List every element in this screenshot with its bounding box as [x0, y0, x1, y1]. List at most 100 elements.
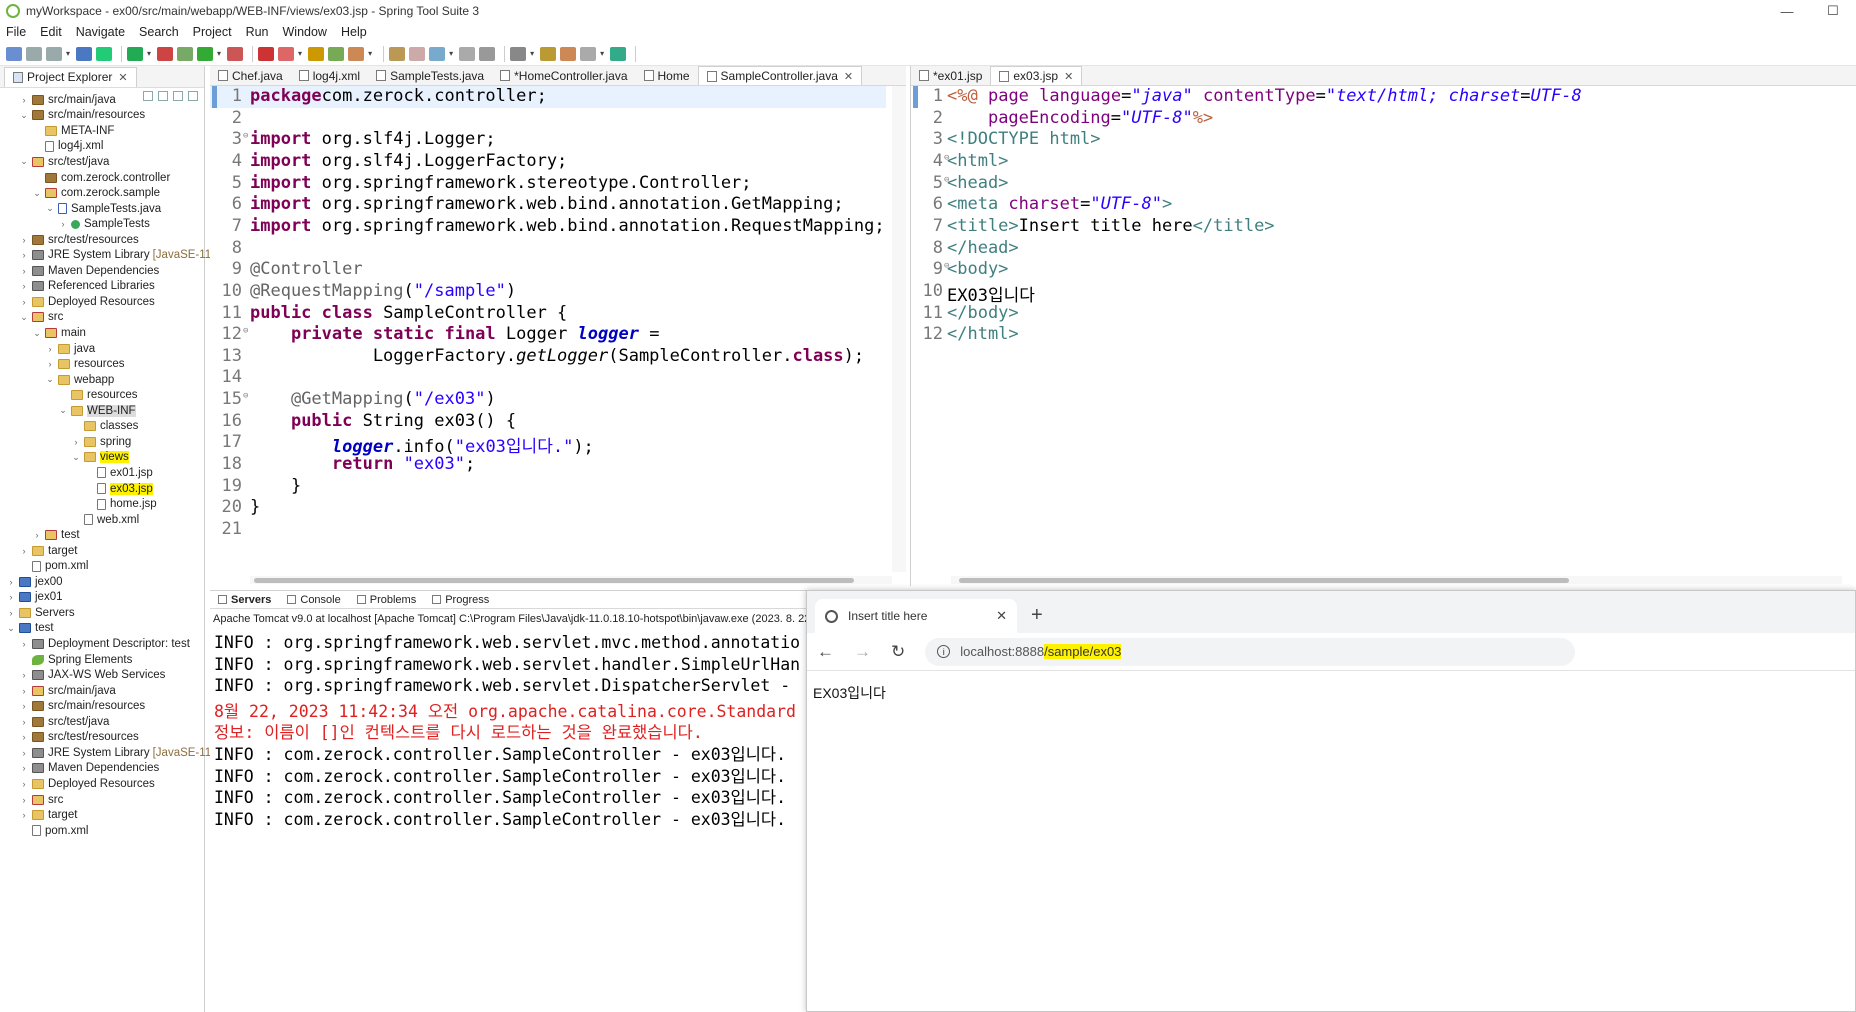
expand-toggle-icon[interactable]: ›	[19, 795, 29, 805]
new-tab-button[interactable]: +	[1031, 604, 1043, 627]
expand-toggle-icon[interactable]: ⌄	[19, 156, 29, 167]
expand-toggle-icon[interactable]: ›	[6, 592, 16, 602]
tree-item[interactable]: ⌄ src/main/resources	[19, 108, 145, 124]
horizontal-scrollbar[interactable]	[250, 576, 892, 584]
expand-toggle-icon[interactable]: ›	[19, 732, 29, 742]
chevron-down-icon[interactable]: ▾	[147, 49, 151, 58]
expand-toggle-icon[interactable]: ›	[19, 266, 29, 276]
tree-item[interactable]: › src/test/resources	[19, 232, 139, 248]
tree-item[interactable]: com.zerock.controller	[32, 170, 170, 186]
expand-toggle-icon[interactable]: ›	[19, 810, 29, 820]
link-editor-icon[interactable]	[158, 91, 168, 101]
editor-tab[interactable]: Home	[636, 66, 698, 85]
toolbar-icon[interactable]	[348, 46, 365, 61]
toolbar-icon[interactable]	[76, 46, 93, 61]
toolbar-icon[interactable]	[580, 46, 597, 61]
collapse-all-icon[interactable]	[143, 91, 153, 101]
expand-toggle-icon[interactable]: ›	[19, 748, 29, 758]
tree-item[interactable]: ⌄ main	[32, 325, 86, 341]
tree-item[interactable]: ex03.jsp	[84, 481, 153, 497]
expand-toggle-icon[interactable]: ⌄	[32, 188, 42, 199]
tree-item[interactable]: web.xml	[71, 512, 139, 528]
vertical-scrollbar[interactable]	[892, 86, 906, 572]
menu-project[interactable]: Project	[193, 25, 232, 39]
fold-icon[interactable]: ⊖	[243, 326, 248, 336]
expand-toggle-icon[interactable]: ›	[19, 250, 29, 260]
console-tab-progress[interactable]: Progress	[424, 591, 497, 608]
expand-toggle-icon[interactable]: ›	[19, 670, 29, 680]
expand-toggle-icon[interactable]: ⌄	[45, 203, 55, 214]
tree-item[interactable]: › Servers	[6, 605, 75, 621]
toolbar-icon[interactable]	[96, 46, 113, 61]
chevron-down-icon[interactable]: ▾	[530, 49, 534, 58]
expand-toggle-icon[interactable]: ›	[19, 235, 29, 245]
editor-tab[interactable]: log4j.xml	[291, 66, 368, 85]
tree-item[interactable]: ⌄ SampleTests.java	[45, 201, 161, 217]
expand-toggle-icon[interactable]: ›	[6, 577, 16, 587]
menu-edit[interactable]: Edit	[40, 25, 62, 39]
close-icon[interactable]: ✕	[1064, 70, 1073, 83]
close-tab-icon[interactable]: ✕	[996, 608, 1007, 624]
tree-item[interactable]: › src/main/java	[19, 92, 116, 108]
tree-item[interactable]: › Deployment Descriptor: test	[19, 636, 190, 652]
forward-button[interactable]: →	[854, 642, 871, 662]
editor-tab[interactable]: Chef.java	[210, 66, 291, 85]
chevron-down-icon[interactable]: ▾	[449, 49, 453, 58]
fold-icon[interactable]: ⊖	[243, 131, 248, 141]
toolbar-icon[interactable]	[459, 46, 476, 61]
toolbar-icon[interactable]	[409, 46, 426, 61]
jsp-code[interactable]: 1 <%@ page language="java" contentType="t…	[911, 86, 1856, 572]
toolbar-icon[interactable]	[560, 46, 577, 61]
view-menu-icon[interactable]	[188, 91, 198, 101]
tree-item[interactable]: › Referenced Libraries	[19, 279, 155, 295]
tree-item[interactable]: classes	[71, 419, 138, 435]
toolbar-icon[interactable]	[127, 46, 144, 61]
filter-icon[interactable]	[173, 91, 183, 101]
expand-toggle-icon[interactable]: ›	[6, 608, 16, 618]
expand-toggle-icon[interactable]: ›	[19, 546, 29, 556]
console-output[interactable]: INFO : org.springframework.web.servlet.m…	[210, 627, 810, 1012]
address-bar[interactable]: i localhost:8888/sample/ex03	[925, 637, 1576, 666]
tree-item[interactable]: pom.xml	[19, 823, 88, 839]
toolbar-icon[interactable]	[540, 46, 557, 61]
editor-tab[interactable]: *ex01.jsp	[911, 66, 990, 85]
tree-item[interactable]: › src/main/java	[19, 683, 116, 699]
expand-toggle-icon[interactable]: ⌄	[32, 328, 42, 339]
tree-item[interactable]: › JRE System Library [JavaSE-11]	[19, 745, 215, 761]
expand-toggle-icon[interactable]: ›	[19, 281, 29, 291]
toolbar-icon[interactable]	[278, 46, 295, 61]
chevron-down-icon[interactable]: ▾	[368, 49, 372, 58]
expand-toggle-icon[interactable]: ›	[19, 763, 29, 773]
toolbar-icon[interactable]	[258, 46, 275, 61]
toolbar-icon[interactable]	[157, 46, 174, 61]
expand-toggle-icon[interactable]: ⌄	[6, 623, 16, 634]
expand-toggle-icon[interactable]: ⌄	[58, 405, 68, 416]
toolbar-icon[interactable]	[429, 46, 446, 61]
site-info-icon[interactable]: i	[937, 645, 951, 658]
expand-toggle-icon[interactable]: ›	[19, 779, 29, 789]
tree-item[interactable]: › Maven Dependencies	[19, 263, 160, 279]
tree-item[interactable]: › Deployed Resources	[19, 776, 155, 792]
editor-tab[interactable]: SampleController.java ✕	[697, 66, 863, 85]
expand-toggle-icon[interactable]: ⌄	[19, 312, 29, 323]
tree-item[interactable]: home.jsp	[84, 496, 157, 512]
tree-item[interactable]: › java	[45, 341, 96, 357]
toolbar-icon[interactable]	[6, 46, 22, 61]
chevron-down-icon[interactable]: ▾	[217, 49, 221, 58]
close-icon[interactable]: ✕	[118, 71, 127, 84]
toolbar-icon[interactable]	[328, 46, 345, 61]
console-tab-servers[interactable]: Servers	[210, 591, 279, 608]
menu-run[interactable]: Run	[246, 25, 269, 39]
tree-item[interactable]: › target	[19, 543, 78, 559]
expand-toggle-icon[interactable]: ›	[19, 701, 29, 711]
expand-toggle-icon[interactable]: ⌄	[45, 374, 55, 385]
editor-tab[interactable]: SampleTests.java	[368, 66, 492, 85]
menu-navigate[interactable]: Navigate	[76, 25, 125, 39]
tree-item[interactable]: › src/test/java	[19, 714, 110, 730]
close-icon[interactable]: ✕	[844, 70, 853, 83]
menu-window[interactable]: Window	[283, 25, 327, 39]
tree-item[interactable]: › JAX-WS Web Services	[19, 667, 166, 683]
toolbar-icon[interactable]	[197, 46, 214, 61]
toolbar-icon[interactable]	[389, 46, 406, 61]
expand-toggle-icon[interactable]: ›	[45, 359, 55, 369]
